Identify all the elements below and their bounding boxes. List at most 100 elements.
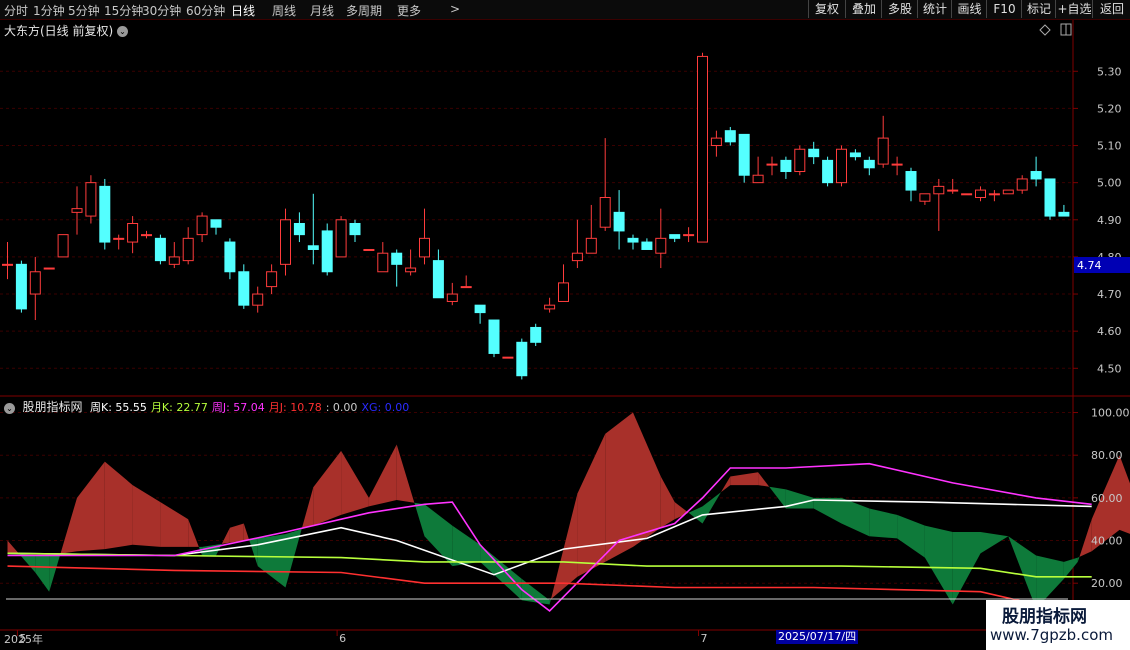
watermark-url: www.7gpzb.com	[990, 626, 1113, 644]
candle-up	[29, 271, 41, 295]
indicator-fill-segment	[243, 523, 250, 541]
candle-up	[141, 234, 152, 237]
indicator-fill-segment	[229, 523, 244, 543]
indicator-fill-segment	[19, 554, 36, 573]
month-label: 7	[701, 632, 708, 645]
indicator-tick-label: 100.00	[1091, 407, 1130, 420]
indicator-name: 股朋指标网	[22, 400, 83, 414]
indicator-fill-segment	[633, 412, 661, 547]
candle-up	[502, 356, 514, 359]
candle-up	[182, 237, 194, 262]
candle-down	[780, 159, 792, 173]
candle-up	[558, 282, 569, 302]
candle-up	[794, 148, 806, 173]
candle-down	[738, 133, 750, 176]
cursor-date-label: 2025/07/17/四	[776, 630, 859, 644]
chevron-down-icon[interactable]: ⌄	[117, 26, 129, 37]
indicator-axis-labels: 100.00 80.00 60.00 40.00 20.00	[1073, 407, 1130, 590]
candle-up	[127, 222, 139, 243]
candle-down	[808, 148, 820, 158]
candle-up	[2, 263, 13, 266]
candle-up	[113, 237, 125, 240]
candle-down	[391, 252, 403, 265]
chevron-down-icon[interactable]: ⌄	[4, 402, 15, 414]
indicator-fill-segment	[301, 487, 314, 530]
candle-up	[377, 252, 389, 273]
price-tick-label: 4.50	[1097, 362, 1122, 375]
candle-down	[238, 271, 250, 306]
candle-up	[544, 304, 556, 310]
indicator-fill-segment	[104, 461, 133, 550]
candle-up	[933, 185, 945, 195]
candle-down	[488, 319, 500, 354]
price-grid	[0, 70, 1073, 369]
current-price-label: 4.74	[1077, 259, 1102, 272]
indicator-fill-segment	[869, 508, 898, 539]
indicator-fill-segment	[660, 476, 675, 528]
indicator-fill-segment	[160, 502, 189, 547]
candle-down	[1030, 171, 1042, 180]
indicator-fill-segment	[424, 504, 453, 567]
indicator-fill-segment	[77, 461, 105, 552]
indicator-fill-segment	[60, 497, 77, 554]
indicator-fill	[7, 412, 1130, 609]
indicator-tick-label: 60.00	[1091, 492, 1123, 505]
candle-up	[57, 234, 69, 258]
price-tick-label: 5.00	[1097, 177, 1122, 190]
indicator-fill-segment	[249, 538, 258, 567]
candle-up	[877, 137, 889, 165]
price-tick-label: 4.90	[1097, 214, 1122, 227]
candle-down	[822, 159, 834, 184]
indicator-value: 周J: 57.04	[211, 401, 265, 414]
stock-title-bar: 大东方(日线 前复权) ⌄	[4, 22, 129, 39]
indicator-value: 月K: 22.77	[150, 401, 208, 414]
candle-up	[252, 293, 264, 306]
candle-up	[405, 267, 417, 273]
indicator-fill-segment	[605, 412, 633, 562]
candle-up	[947, 189, 959, 192]
candle-down	[321, 230, 333, 273]
indicator-fill-segment	[341, 450, 369, 515]
price-tick-label: 5.20	[1097, 102, 1122, 115]
indicator-fill-segment	[758, 472, 770, 487]
indicator-fill-segment	[549, 599, 551, 605]
indicator-fill-segment	[924, 525, 953, 605]
price-axis-labels: 5.305.205.105.004.904.804.704.604.50	[1073, 65, 1122, 375]
price-tick-label: 5.30	[1097, 65, 1122, 78]
candle-up	[891, 163, 903, 166]
candle-down	[627, 237, 639, 243]
price-tick-label: 4.60	[1097, 325, 1122, 338]
candle-up	[697, 55, 708, 243]
candle-down	[210, 219, 222, 228]
candle-up	[975, 189, 986, 199]
candle-up	[752, 174, 764, 184]
indicator-fill-segment	[396, 444, 415, 503]
indicator-fill-segment	[35, 555, 50, 592]
candle-down	[530, 326, 542, 343]
candle-up	[655, 237, 667, 254]
candle-up	[280, 219, 291, 265]
indicator-fill-segment	[7, 540, 20, 555]
candle-down	[863, 159, 875, 169]
candle-up	[585, 237, 597, 254]
candle-down	[613, 211, 625, 232]
candle-down	[293, 222, 305, 236]
indicator-value: XG: 0.00	[361, 401, 410, 414]
indicator-value: 月J: 10.78	[268, 401, 322, 414]
candle-up	[571, 252, 583, 262]
candle-down	[724, 130, 736, 143]
candle-up	[1016, 178, 1028, 191]
x-axis-labels: 5678	[16, 630, 1083, 645]
candle-up	[683, 234, 695, 237]
indicator-tick-label: 80.00	[1091, 449, 1123, 462]
candle-down	[849, 152, 861, 158]
candle-up	[196, 215, 208, 236]
indicator-tick-label: 40.00	[1091, 535, 1123, 548]
candle-down	[154, 237, 166, 262]
price-tick-label: 5.10	[1097, 140, 1122, 153]
diamond-icon[interactable]	[1039, 24, 1051, 36]
candle-down	[349, 222, 361, 236]
indicator-fill-segment	[1077, 556, 1080, 562]
candle-up	[460, 286, 472, 289]
indicator-fill-segment	[132, 485, 161, 547]
